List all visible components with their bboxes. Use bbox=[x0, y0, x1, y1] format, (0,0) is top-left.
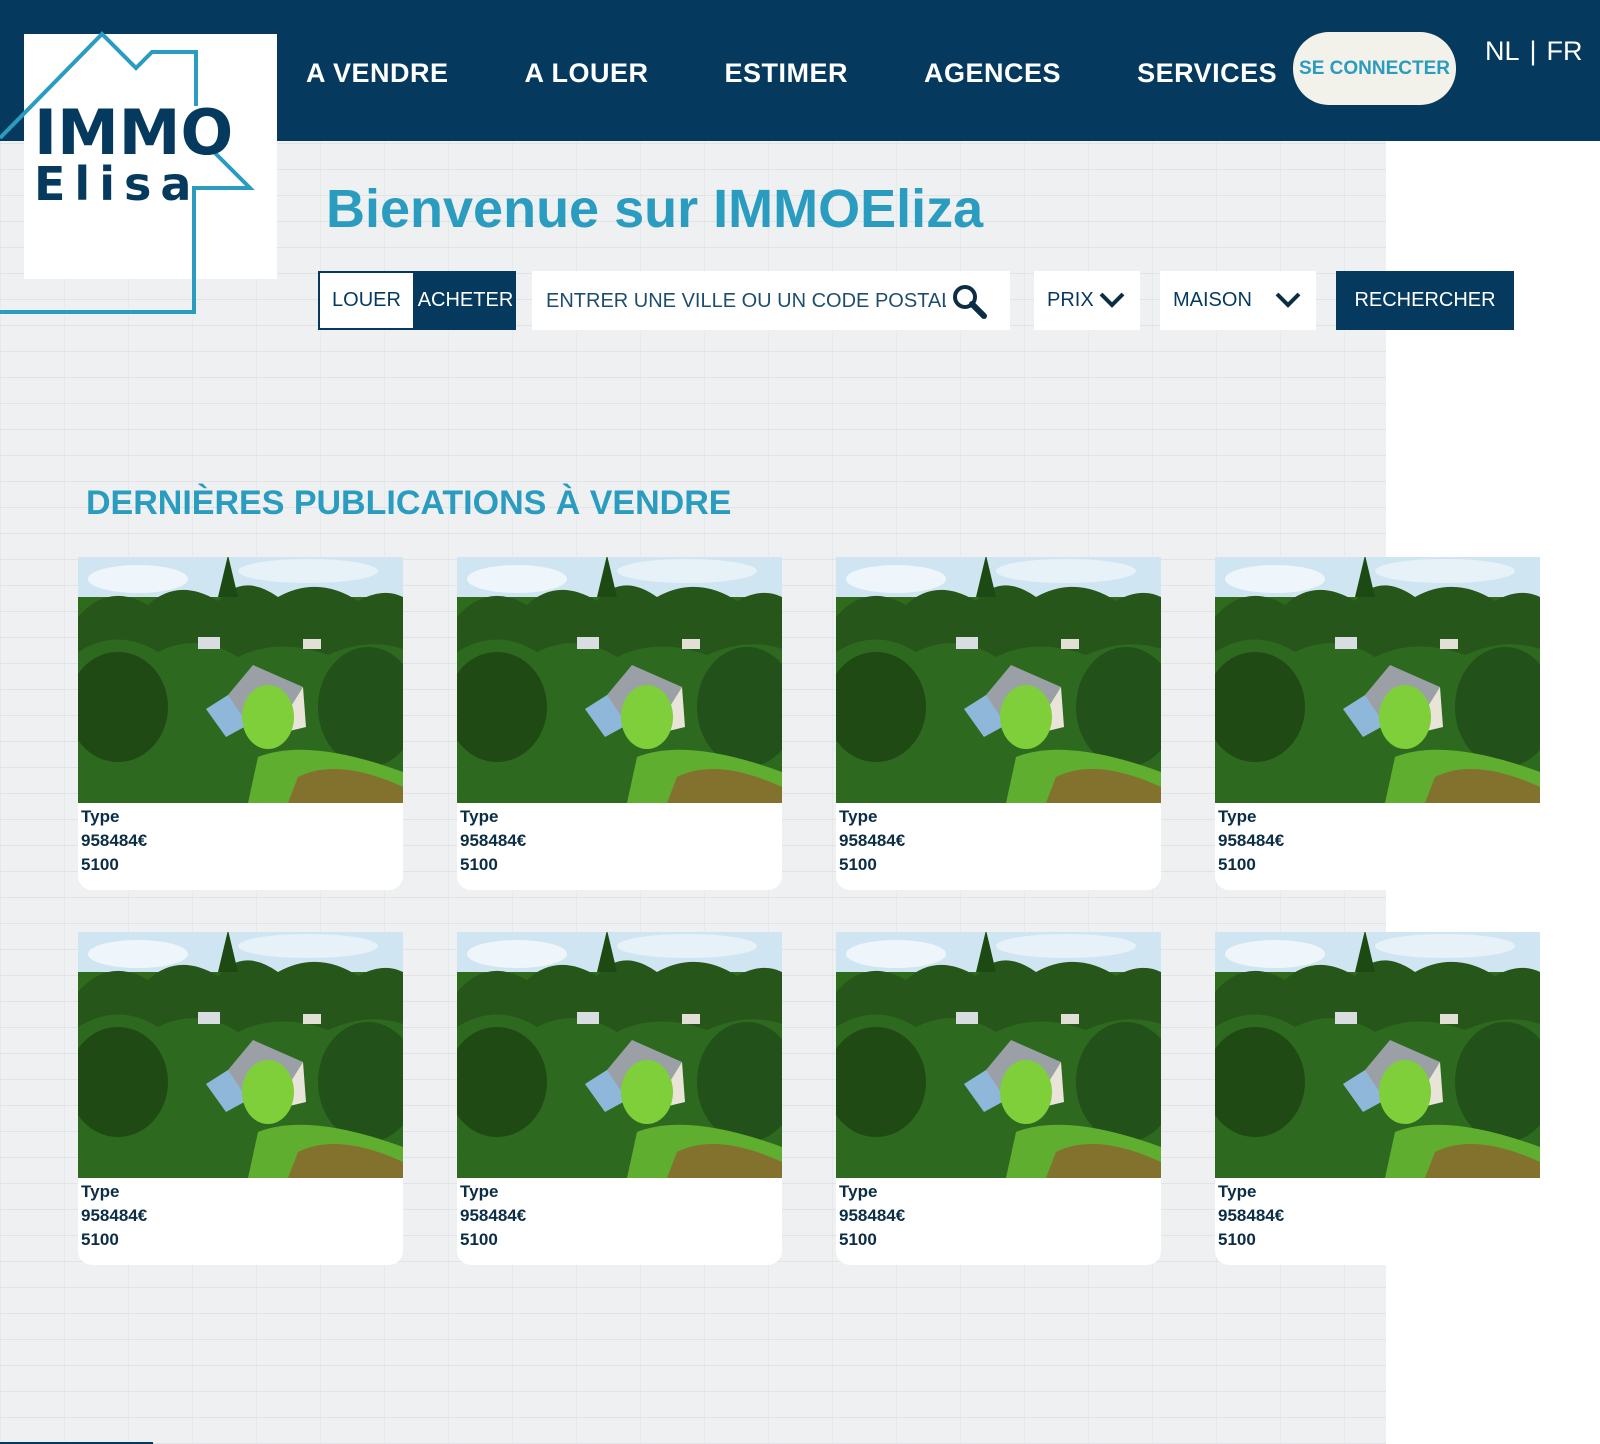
listing-type: Type bbox=[81, 1182, 120, 1201]
listing-card[interactable]: Type 958484€ 5100 bbox=[457, 932, 782, 1265]
chevron-down-icon bbox=[1099, 292, 1125, 308]
listing-card[interactable]: Type 958484€ 5100 bbox=[836, 557, 1161, 890]
listing-info: Type 958484€ 5100 bbox=[457, 1178, 782, 1254]
lang-separator: | bbox=[1529, 36, 1537, 66]
listing-photo bbox=[1215, 557, 1540, 803]
property-type-select[interactable]: MAISON bbox=[1160, 271, 1316, 330]
listing-photo bbox=[1215, 932, 1540, 1178]
listing-type: Type bbox=[839, 807, 878, 826]
listing-price: 958484€ bbox=[81, 1206, 148, 1225]
listing-card[interactable]: Type 958484€ 5100 bbox=[836, 932, 1161, 1265]
toggle-louer[interactable]: LOUER bbox=[320, 273, 413, 328]
listing-photo bbox=[78, 557, 403, 803]
listing-photo bbox=[836, 932, 1161, 1178]
language-switcher: NL | FR bbox=[1485, 36, 1583, 67]
listing-info: Type 958484€ 5100 bbox=[1215, 803, 1540, 879]
listing-price: 958484€ bbox=[839, 1206, 906, 1225]
page-title: Bienvenue sur IMMOEliza bbox=[326, 179, 984, 239]
listing-postal-code: 5100 bbox=[1218, 1230, 1256, 1249]
listing-price: 958484€ bbox=[460, 831, 527, 850]
listing-info: Type 958484€ 5100 bbox=[836, 803, 1161, 879]
listings-section-title: DERNIÈRES PUBLICATIONS À VENDRE bbox=[86, 484, 732, 522]
listing-info: Type 958484€ 5100 bbox=[78, 803, 403, 879]
listing-postal-code: 5100 bbox=[460, 855, 498, 874]
listing-postal-code: 5100 bbox=[81, 1230, 119, 1249]
property-type-value: MAISON bbox=[1173, 289, 1252, 311]
search-submit-button[interactable]: RECHERCHER bbox=[1336, 271, 1514, 330]
listing-price: 958484€ bbox=[1218, 831, 1285, 850]
listing-photo bbox=[457, 932, 782, 1178]
nav-agences[interactable]: AGENCES bbox=[924, 58, 1061, 89]
listing-photo bbox=[457, 557, 782, 803]
login-button[interactable]: SE CONNECTER bbox=[1293, 32, 1456, 105]
listing-postal-code: 5100 bbox=[81, 855, 119, 874]
logo-text-elisa: Elisa bbox=[34, 157, 200, 211]
listing-info: Type 958484€ 5100 bbox=[1215, 1178, 1540, 1254]
listing-type: Type bbox=[1218, 1182, 1257, 1201]
nav-services[interactable]: SERVICES bbox=[1137, 58, 1277, 89]
lang-fr-link[interactable]: FR bbox=[1547, 36, 1583, 67]
listing-price: 958484€ bbox=[839, 831, 906, 850]
lang-nl-link[interactable]: NL bbox=[1485, 36, 1520, 67]
chevron-down-icon bbox=[1275, 292, 1301, 308]
listing-type: Type bbox=[460, 807, 499, 826]
price-select[interactable]: PRIX bbox=[1034, 271, 1140, 330]
listing-card[interactable]: Type 958484€ 5100 bbox=[457, 557, 782, 890]
house-outline-icon: IMMO Elisa bbox=[0, 31, 255, 314]
listing-info: Type 958484€ 5100 bbox=[78, 1178, 403, 1254]
listing-price: 958484€ bbox=[460, 1206, 527, 1225]
listing-photo bbox=[78, 932, 403, 1178]
toggle-acheter[interactable]: ACHETER bbox=[415, 271, 516, 330]
listing-price: 958484€ bbox=[81, 831, 148, 850]
listing-price: 958484€ bbox=[1218, 1206, 1285, 1225]
listing-postal-code: 5100 bbox=[1218, 855, 1256, 874]
listing-info: Type 958484€ 5100 bbox=[836, 1178, 1161, 1254]
rent-buy-toggle: LOUER ACHETER bbox=[318, 271, 516, 330]
search-icon[interactable] bbox=[951, 283, 987, 319]
listing-card[interactable]: Type 958484€ 5100 bbox=[1215, 557, 1540, 890]
listing-card[interactable]: Type 958484€ 5100 bbox=[1215, 932, 1540, 1265]
price-select-value: PRIX bbox=[1047, 289, 1094, 311]
city-input[interactable] bbox=[544, 271, 948, 332]
listing-card[interactable]: Type 958484€ 5100 bbox=[78, 557, 403, 890]
listing-type: Type bbox=[1218, 807, 1257, 826]
listing-postal-code: 5100 bbox=[839, 1230, 877, 1249]
listing-type: Type bbox=[81, 807, 120, 826]
listing-type: Type bbox=[839, 1182, 878, 1201]
city-search-field bbox=[532, 271, 1010, 332]
listing-card[interactable]: Type 958484€ 5100 bbox=[78, 932, 403, 1265]
listing-type: Type bbox=[460, 1182, 499, 1201]
listing-postal-code: 5100 bbox=[460, 1230, 498, 1249]
nav-estimer[interactable]: ESTIMER bbox=[725, 58, 849, 89]
main-nav: A VENDRE A LOUER ESTIMER AGENCES SERVICE… bbox=[306, 58, 1353, 89]
listing-postal-code: 5100 bbox=[839, 855, 877, 874]
nav-a-vendre[interactable]: A VENDRE bbox=[306, 58, 449, 89]
listing-info: Type 958484€ 5100 bbox=[457, 803, 782, 879]
listing-photo bbox=[836, 557, 1161, 803]
nav-a-louer[interactable]: A LOUER bbox=[525, 58, 649, 89]
